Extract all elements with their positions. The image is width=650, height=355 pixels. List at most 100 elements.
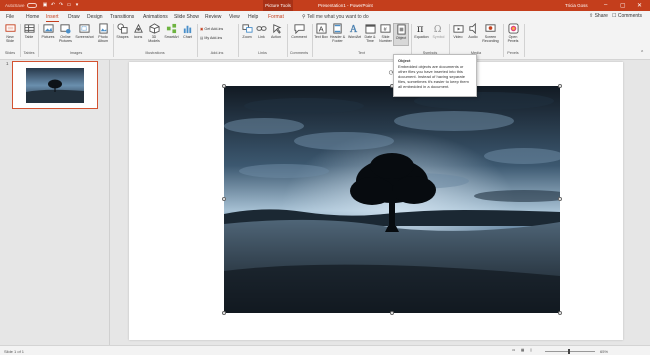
tab-transitions[interactable]: Transitions (110, 14, 134, 20)
wordart-button[interactable]: A WordArt (347, 23, 362, 39)
resize-handle[interactable] (558, 197, 562, 201)
online-pictures-icon (60, 24, 71, 34)
tab-insert[interactable]: Insert (46, 14, 59, 22)
table-button[interactable]: Table (22, 23, 36, 39)
tab-file[interactable]: File (6, 14, 14, 20)
date-time-button[interactable]: Date & Time (363, 23, 377, 43)
online-pictures-button[interactable]: Online Pictures (57, 23, 74, 43)
omega-icon: Ω (434, 24, 442, 34)
3d-models-button[interactable]: 3D Models (146, 23, 162, 43)
my-addins-button[interactable]: ▤ My Add-ins (200, 36, 222, 40)
get-addins-button[interactable]: ▣ Get Add-ins (200, 27, 223, 31)
autosave-label: AutoSave (5, 3, 25, 8)
collapse-ribbon-icon[interactable]: ⌃ (640, 50, 644, 56)
slide-count: Slide 1 of 1 (4, 348, 25, 354)
object-tooltip: Object Embedded objects are documents or… (393, 54, 477, 97)
group-addins-label: Add-ins (210, 51, 224, 55)
new-comment-button[interactable]: Comment (289, 23, 309, 39)
text-box-button[interactable]: A Text Box (314, 23, 328, 39)
start-slideshow-icon[interactable]: ▭ (66, 2, 72, 8)
share-button[interactable]: ⇪ Share (589, 13, 608, 19)
slide[interactable]: ⟳ (129, 62, 623, 340)
object-button[interactable]: Object (393, 23, 409, 46)
shapes-button[interactable]: Shapes (115, 23, 130, 39)
tooltip-body: Embedded objects are documents or other … (398, 64, 469, 89)
zoom-slider-thumb[interactable] (568, 348, 570, 354)
get-addins-label: Get Add-ins (204, 27, 224, 31)
zoom-slider[interactable] (545, 350, 595, 352)
header-footer-button[interactable]: Header & Footer (329, 23, 346, 43)
equation-button[interactable]: π Equation (413, 23, 430, 39)
symbol-label: Symbol (432, 35, 445, 39)
screen-recording-button[interactable]: Screen Recording (481, 23, 500, 43)
thumbnail-number: 1 (6, 61, 9, 66)
open-pexels-button[interactable]: Open Pexels (505, 23, 521, 43)
chart-icon (183, 25, 192, 34)
separator (312, 24, 313, 57)
tab-home[interactable]: Home (26, 14, 39, 20)
chart-button[interactable]: Chart (181, 23, 194, 39)
status-bar: Slide 1 of 1 ▭ ▦ ▯ 65% (0, 345, 650, 355)
close-icon[interactable]: ✕ (637, 2, 642, 9)
new-slide-label: New Slide (6, 35, 14, 44)
tab-review[interactable]: Review (205, 14, 221, 20)
icons-icon (133, 23, 143, 33)
resize-handle[interactable] (558, 84, 562, 88)
resize-handle[interactable] (222, 84, 226, 88)
pi-icon: π (417, 24, 424, 34)
minimize-icon[interactable]: – (604, 2, 607, 8)
tab-format[interactable]: Format (268, 14, 284, 20)
zoom-level[interactable]: 65% (600, 349, 608, 354)
comment-label: Comment (291, 35, 307, 39)
3d-cube-icon (148, 23, 160, 34)
tooltip-title: Object (398, 58, 411, 63)
redo-icon[interactable]: ↷ (58, 2, 64, 8)
icons-button[interactable]: Icons (131, 23, 145, 39)
screenshot-button[interactable]: Screenshot (75, 23, 94, 39)
calendar-icon (364, 24, 376, 34)
slide-thumbnail[interactable] (12, 61, 98, 109)
date-time-label: Date & Time (364, 35, 376, 44)
resize-handle[interactable] (222, 197, 226, 201)
zoom-button[interactable]: Zoom (240, 23, 254, 39)
tab-animations[interactable]: Animations (143, 14, 168, 20)
speaker-icon (468, 23, 476, 34)
header-footer-icon (333, 23, 342, 34)
video-label: Video (453, 35, 463, 39)
video-button[interactable]: Video (451, 23, 465, 39)
user-name[interactable]: Tricia Goss (565, 3, 588, 8)
zoom-icon (241, 24, 253, 33)
undo-icon[interactable]: ↶ (50, 2, 56, 8)
resize-handle[interactable] (390, 311, 394, 315)
maximize-icon[interactable]: ▢ (620, 2, 626, 9)
action-label: Action (271, 35, 281, 39)
autosave-toggle[interactable] (27, 3, 37, 8)
reading-view-icon[interactable]: ▯ (530, 348, 532, 352)
tab-design[interactable]: Design (87, 14, 103, 20)
tell-me-text: Tell me what you want to do (306, 14, 369, 20)
symbol-button[interactable]: Ω Symbol (431, 23, 446, 39)
normal-view-icon[interactable]: ▭ (512, 348, 515, 352)
slide-number-button[interactable]: # Slide Number (378, 23, 393, 43)
tab-view[interactable]: View (229, 14, 240, 20)
audio-button[interactable]: Audio (466, 23, 480, 39)
pictures-button[interactable]: Pictures (40, 23, 56, 39)
resize-handle[interactable] (558, 311, 562, 315)
smartart-button[interactable]: SmartArt (163, 23, 180, 39)
new-slide-button[interactable]: New Slide (2, 23, 18, 43)
tree-picture[interactable] (224, 86, 560, 313)
customize-qat-icon[interactable]: ▾ (74, 2, 80, 8)
tab-draw[interactable]: Draw (68, 14, 80, 20)
thumbnail-picture (26, 68, 84, 103)
slide-sorter-icon[interactable]: ▦ (521, 348, 524, 352)
open-pexels-label: Open Pexels (507, 35, 519, 44)
tab-help[interactable]: Help (248, 14, 258, 20)
resize-handle[interactable] (222, 311, 226, 315)
link-button[interactable]: Link (255, 23, 268, 39)
tell-me-search[interactable]: ⚲ Tell me what you want to do (302, 14, 369, 20)
tab-slide-show[interactable]: Slide Show (174, 14, 199, 20)
comments-button[interactable]: ☐ Comments (612, 13, 642, 19)
photo-album-button[interactable]: Photo Album (95, 23, 111, 43)
action-button[interactable]: Action (269, 23, 283, 39)
save-icon[interactable]: ▣ (42, 2, 48, 8)
